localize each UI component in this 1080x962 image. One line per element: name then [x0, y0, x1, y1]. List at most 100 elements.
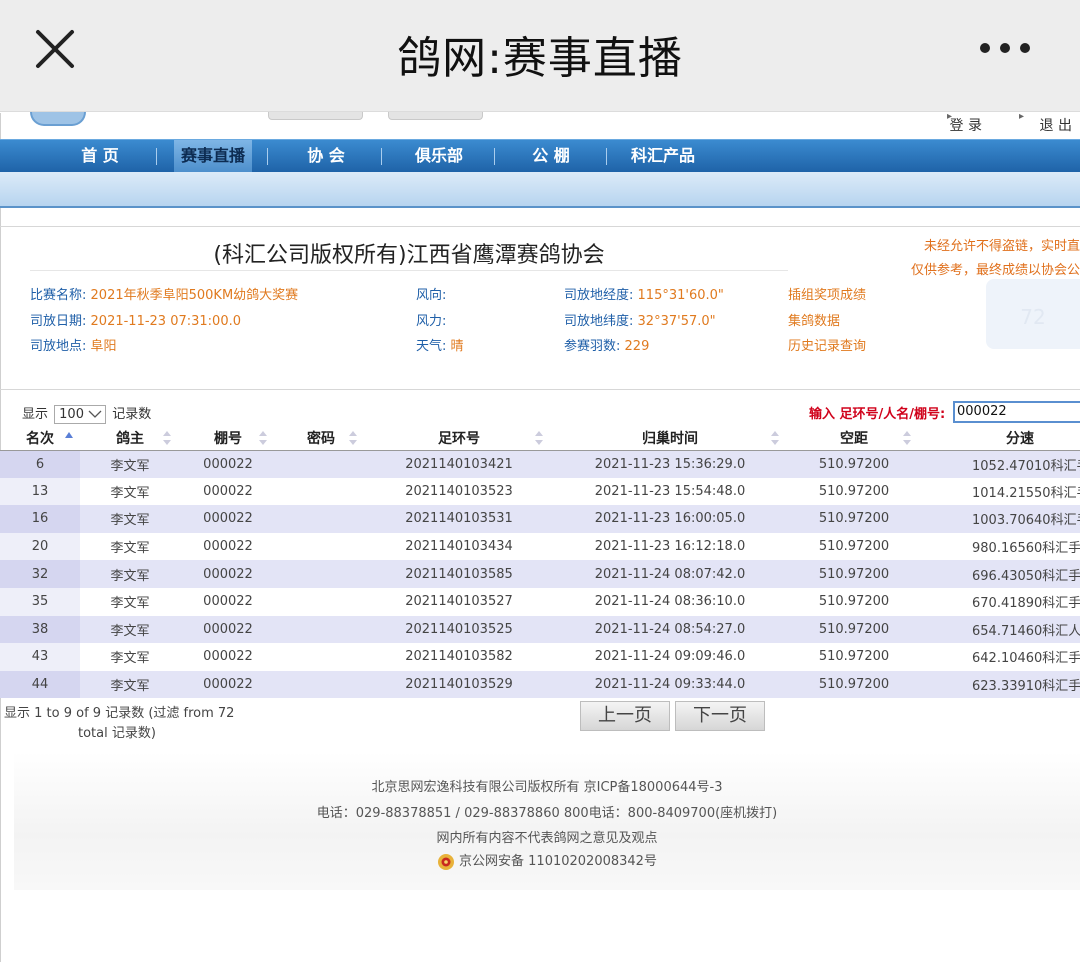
ring-no-cell: 2021140103582: [366, 643, 552, 671]
col-loft-no[interactable]: 棚号: [180, 426, 276, 451]
password-cell: [276, 477, 366, 506]
weather-label: 天气:: [416, 339, 447, 354]
release-date-field: 司放日期: 2021-11-23 07:31:00.0: [30, 310, 241, 329]
table-row[interactable]: 43 李文军 000022 2021140103582 2021-11-24 09:09…: [0, 643, 1080, 671]
weather-field: 天气: 晴: [416, 335, 464, 354]
nav-club[interactable]: 俱乐部: [400, 140, 478, 172]
col-loft-no-label: 棚号: [214, 430, 242, 447]
nav-association[interactable]: 协 会: [290, 140, 362, 172]
loft-no-cell: 000022: [180, 477, 276, 506]
sort-icon: [903, 431, 911, 445]
col-ring-no-label: 足环号: [438, 430, 480, 447]
search-input[interactable]: 000022: [953, 401, 1080, 423]
more-dots-icon[interactable]: [978, 40, 1032, 56]
col-owner[interactable]: 鸽主: [80, 426, 180, 451]
next-page-button[interactable]: 下一页: [675, 701, 765, 731]
ring-no-cell: 2021140103527: [366, 587, 552, 616]
group-awards-link[interactable]: 插组奖项成绩: [788, 284, 866, 303]
table-row[interactable]: 35 李文军 000022 2021140103527 2021-11-24 08:36…: [0, 587, 1080, 616]
release-place-label: 司放地点:: [30, 339, 87, 354]
loft-no-cell: 000022: [180, 560, 276, 588]
police-badge-icon: [438, 853, 455, 870]
longitude-field: 司放地经度: 115°31'60.0": [564, 284, 724, 303]
nav-products[interactable]: 科汇产品: [620, 140, 706, 172]
release-place-value: 阜阳: [90, 339, 117, 354]
speed-cell: 696.43050科汇手: [920, 560, 1080, 588]
rank-cell: 44: [0, 670, 80, 699]
release-date-value: 2021-11-23 07:31:00.0: [90, 314, 242, 329]
police-record-text: 京公网安备 11010202008342号: [459, 854, 657, 869]
nav-separator: [494, 148, 495, 165]
col-ring-no[interactable]: 足环号: [366, 426, 552, 451]
distance-cell: 510.97200: [788, 643, 920, 671]
table-row[interactable]: 38 李文军 000022 2021140103525 2021-11-24 08:54…: [0, 615, 1080, 644]
page-size-value: 100: [59, 407, 84, 422]
ring-no-cell: 2021140103421: [366, 450, 552, 478]
footer-police-record[interactable]: 京公网安备 11010202008342号: [14, 850, 1080, 871]
nav-loft[interactable]: 公 棚: [515, 140, 587, 172]
nav-live[interactable]: 赛事直播: [174, 140, 252, 172]
arrival-time-cell: 2021-11-24 08:07:42.0: [552, 560, 788, 588]
col-distance-label: 空距: [840, 430, 868, 447]
distance-cell: 510.97200: [788, 615, 920, 644]
page-title: (科汇公司版权所有)江西省鹰潭赛鸽协会: [213, 243, 605, 268]
latitude-field: 司放地纬度: 32°37'57.0": [564, 310, 716, 329]
footer: 北京思网宏逸科技有限公司版权所有 京ICP备18000644号-3 电话：029…: [14, 752, 1080, 890]
speed-cell: 642.10460科汇手: [920, 643, 1080, 671]
col-speed[interactable]: 分速: [920, 426, 1080, 451]
race-info-panel: (科汇公司版权所有)江西省鹰潭赛鸽协会 未经允许不得盗链，实时直 仅供参考，最终…: [0, 226, 1080, 390]
table-row[interactable]: 20 李文军 000022 2021140103434 2021-11-23 16:12…: [0, 532, 1080, 561]
owner-cell: 李文军: [80, 450, 180, 478]
race-name-field: 比赛名称: 2021年秋季阜阳500KM幼鸽大奖赛: [30, 284, 298, 303]
sort-icon: [259, 431, 267, 445]
speed-cell: 1014.21550科汇手: [920, 477, 1080, 506]
nav-home[interactable]: 首 页: [62, 140, 138, 172]
arrival-time-cell: 2021-11-23 16:00:05.0: [552, 505, 788, 533]
arrival-time-cell: 2021-11-23 16:12:18.0: [552, 532, 788, 561]
distance-cell: 510.97200: [788, 450, 920, 478]
notice-line: 仅供参考，最终成绩以协会公: [910, 263, 1080, 278]
table-row[interactable]: 16 李文军 000022 2021140103531 2021-11-23 16:00…: [0, 505, 1080, 533]
race-name-value: 2021年秋季阜阳500KM幼鸽大奖赛: [90, 288, 299, 303]
wind-force-field: 风力:: [416, 310, 446, 329]
login-link[interactable]: 登 录: [950, 115, 982, 135]
distance-cell: 510.97200: [788, 560, 920, 588]
header-button[interactable]: [268, 112, 363, 120]
sub-nav: [0, 172, 1080, 208]
longitude-label: 司放地经度:: [564, 288, 634, 303]
table-row[interactable]: 44 李文军 000022 2021140103529 2021-11-24 09:33…: [0, 670, 1080, 699]
table-row[interactable]: 13 李文军 000022 2021140103523 2021-11-23 15:54…: [0, 477, 1080, 506]
speed-cell: 980.16560科汇手: [920, 532, 1080, 561]
loft-no-cell: 000022: [180, 615, 276, 644]
show-suffix: 记录数: [112, 407, 152, 422]
arrival-time-cell: 2021-11-24 08:54:27.0: [552, 615, 788, 644]
page-size-select[interactable]: 100: [54, 405, 107, 424]
table-row[interactable]: 32 李文军 000022 2021140103585 2021-11-24 08:07…: [0, 560, 1080, 588]
col-password[interactable]: 密码: [276, 426, 366, 451]
prev-page-button[interactable]: 上一页: [580, 701, 670, 731]
col-owner-label: 鸽主: [116, 430, 144, 447]
col-distance[interactable]: 空距: [788, 426, 920, 451]
ring-no-cell: 2021140103434: [366, 532, 552, 561]
owner-cell: 李文军: [80, 587, 180, 616]
history-query-link[interactable]: 历史记录查询: [788, 335, 866, 354]
owner-cell: 李文军: [80, 643, 180, 671]
col-rank[interactable]: 名次: [0, 426, 80, 451]
nav-separator: [606, 148, 607, 165]
speed-cell: 1003.70640科汇手: [920, 505, 1080, 533]
sort-icon: [349, 431, 357, 445]
ring-no-cell: 2021140103531: [366, 505, 552, 533]
logout-link[interactable]: 退 出: [1040, 115, 1072, 135]
arrival-time-cell: 2021-11-23 15:36:29.0: [552, 450, 788, 478]
rank-cell: 6: [0, 450, 80, 478]
owner-cell: 李文军: [80, 670, 180, 699]
owner-cell: 李文军: [80, 477, 180, 506]
collection-data-link[interactable]: 集鸽数据: [788, 310, 840, 329]
owner-cell: 李文军: [80, 615, 180, 644]
rank-cell: 13: [0, 477, 80, 506]
table-row[interactable]: 6 李文军 000022 2021140103421 2021-11-23 15:36:…: [0, 450, 1080, 478]
header-button[interactable]: [388, 112, 483, 120]
sort-icon: [535, 431, 543, 445]
col-arrival-time[interactable]: 归巢时间: [552, 426, 788, 451]
page-size-control: 显示 100 记录数: [22, 403, 151, 424]
